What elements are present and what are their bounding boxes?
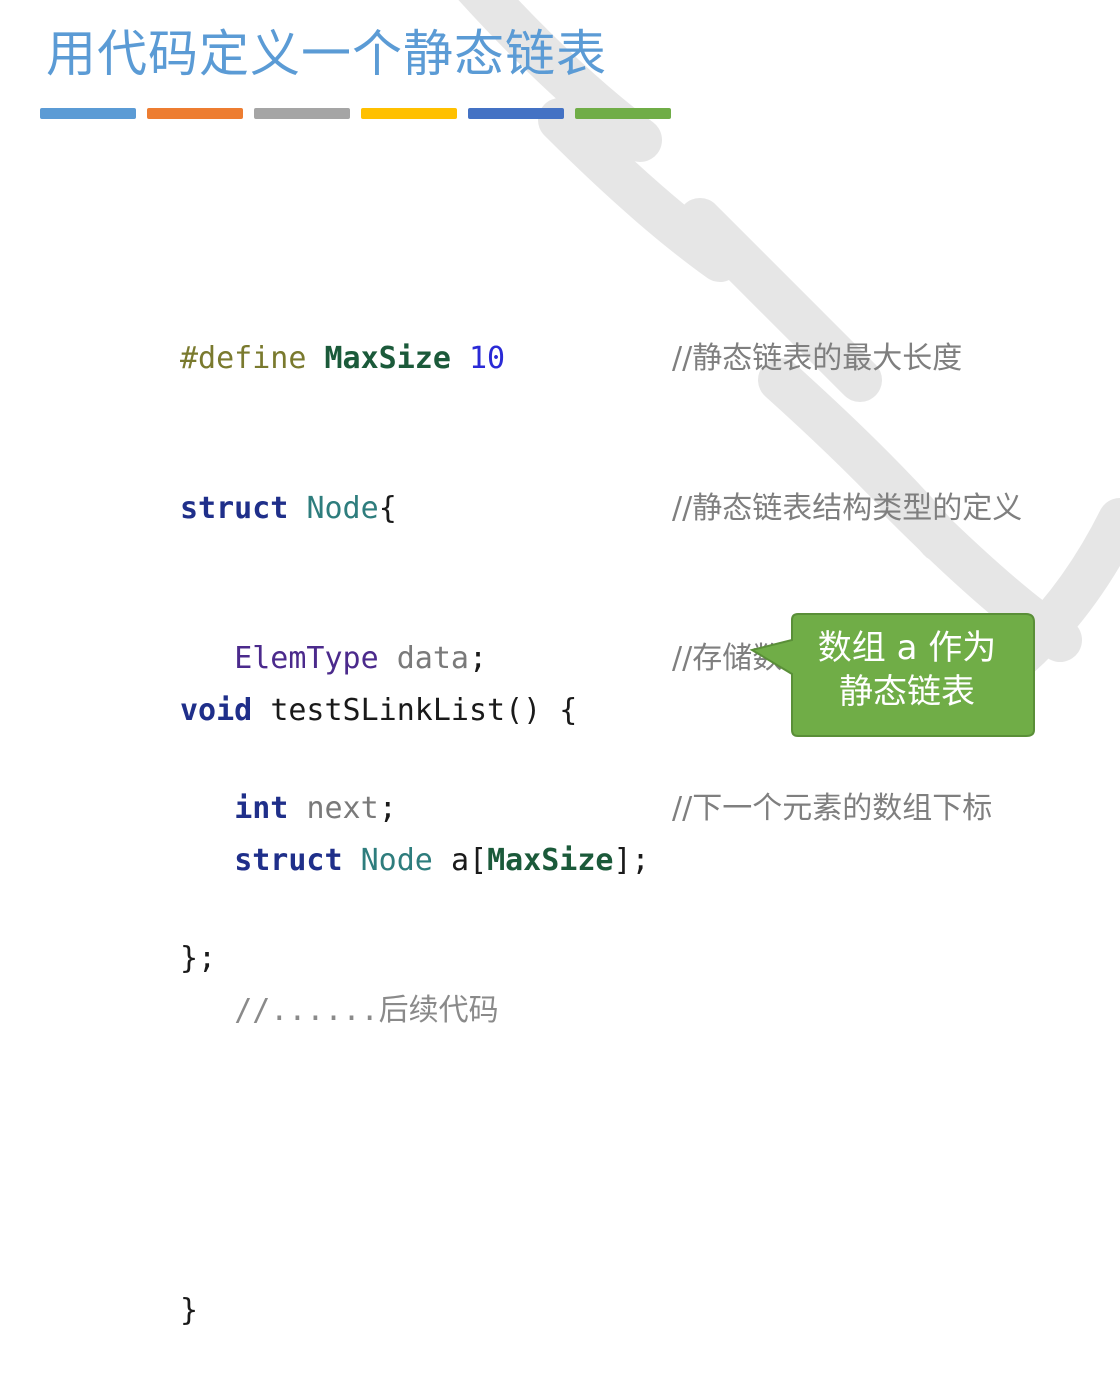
macro-token: MaxSize bbox=[487, 843, 614, 878]
callout-text: 数组 a 作为 静态链表 bbox=[782, 626, 1032, 714]
code-line-struct: struct Node{ bbox=[180, 484, 505, 534]
underline-segment-orange bbox=[147, 108, 243, 119]
code-comments: //静态链表的最大长度 //静态链表结构类型的定义 //存储数据元素 //下一个… bbox=[672, 234, 1022, 884]
test-function-code: void testSLinkList() { struct Node a[Max… bbox=[180, 586, 650, 1386]
underline-segment-gray bbox=[254, 108, 350, 119]
variable-token: a bbox=[450, 843, 469, 878]
directive-token: #define bbox=[180, 341, 307, 376]
bracket-open-token: [ bbox=[469, 843, 488, 878]
keyword-token: struct bbox=[180, 491, 289, 526]
code-line-define: #define MaxSize 10 bbox=[180, 334, 505, 384]
function-signature-token: testSLinkList() { bbox=[270, 693, 578, 728]
keyword-token: struct bbox=[234, 843, 343, 878]
slide-title: 用代码定义一个静态链表 bbox=[46, 25, 607, 83]
comment-next-index: //下一个元素的数组下标 bbox=[672, 791, 993, 826]
close-brace-token: } bbox=[180, 1293, 199, 1328]
type-token: Node bbox=[306, 491, 379, 526]
callout-bubble: 数组 a 作为 静态链表 bbox=[748, 612, 1038, 740]
code-line-array-declaration: struct Node a[MaxSize]; bbox=[180, 836, 650, 886]
code-line-comment: //......后续代码 bbox=[180, 986, 650, 1036]
underline-segment-darkblue bbox=[468, 108, 564, 119]
comment-max-length: //静态链表的最大长度 bbox=[672, 341, 963, 376]
type-token: Node bbox=[360, 843, 433, 878]
underline-segment-blue bbox=[40, 108, 136, 119]
macro-token: MaxSize bbox=[324, 341, 451, 376]
underline-segment-yellow bbox=[361, 108, 457, 119]
comment-struct-definition: //静态链表结构类型的定义 bbox=[672, 491, 1023, 526]
brace-token: { bbox=[378, 491, 397, 526]
keyword-token: void bbox=[180, 693, 253, 728]
comment-token: //......后续代码 bbox=[234, 993, 499, 1028]
underline-segment-green bbox=[575, 108, 671, 119]
number-token: 10 bbox=[469, 341, 506, 376]
bracket-close-token: ]; bbox=[613, 843, 650, 878]
code-line-function-signature: void testSLinkList() { bbox=[180, 686, 650, 736]
code-line-function-close: } bbox=[180, 1286, 650, 1336]
callout-line-2: 静态链表 bbox=[839, 672, 975, 712]
title-underline-bar bbox=[40, 108, 671, 119]
callout-line-1: 数组 a 作为 bbox=[817, 628, 997, 668]
